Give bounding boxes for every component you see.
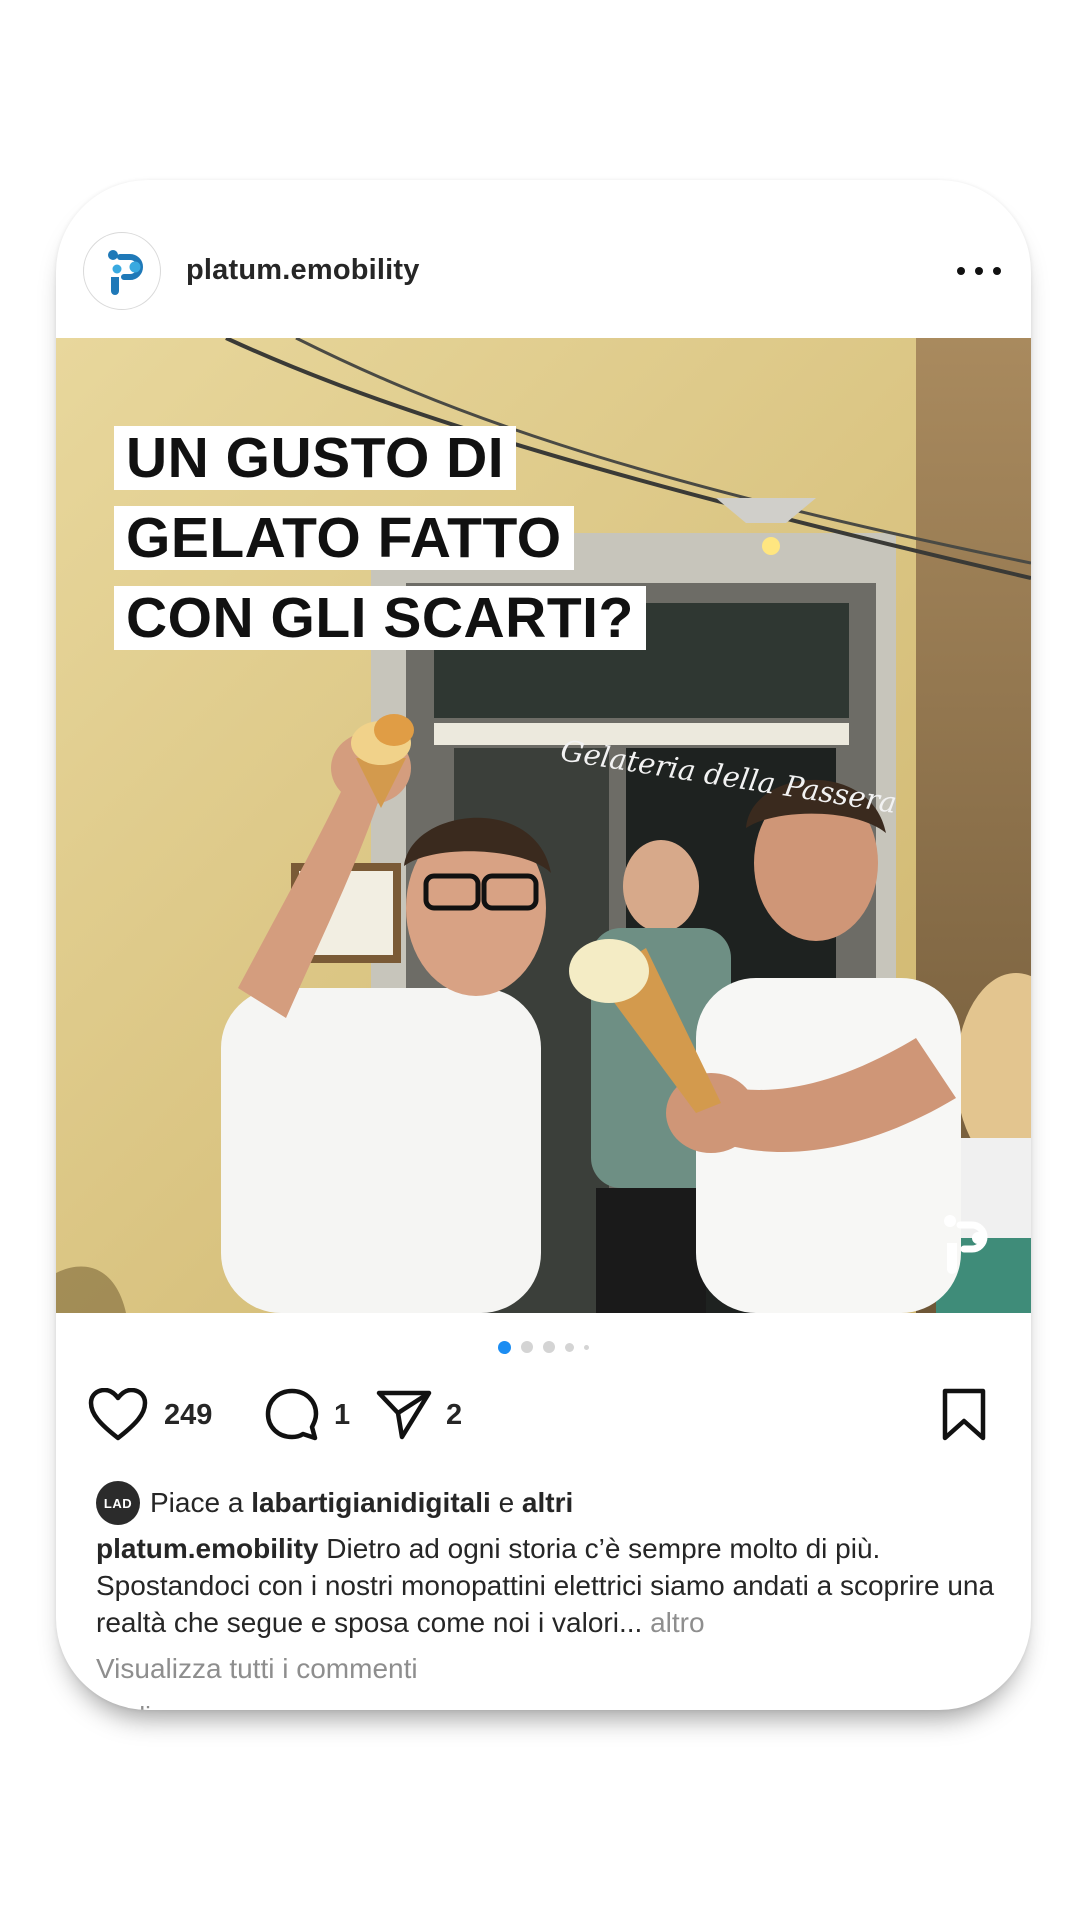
liked-by-conjunction: e [498,1487,515,1518]
like-count: 249 [164,1398,213,1431]
carousel-dot [521,1341,533,1353]
liked-by-others[interactable]: altri [522,1487,573,1519]
profile-avatar[interactable] [83,232,161,310]
more-options-button[interactable] [957,256,1001,286]
headline-line-1: UN GUSTO DI [114,426,517,490]
carousel-dot [543,1341,555,1353]
view-all-comments-link[interactable]: Visualizza tutti i commenti [96,1651,996,1687]
liked-by-prefix: Piace a [150,1487,244,1518]
post-username[interactable]: platum.emobility [186,254,420,287]
comment-button[interactable]: 1 [264,1375,350,1455]
liked-by-line: LAD Piace a labartigianidigitali e altri [96,1480,996,1526]
carousel-dot [584,1344,589,1350]
more-icon [957,267,965,275]
carousel-dot [498,1340,511,1354]
comment-icon [265,1388,319,1441]
bookmark-button[interactable] [941,1375,987,1455]
platum-logo-icon [108,250,143,295]
post-date: Luglio [96,1701,996,1710]
caption-author[interactable]: platum.emobility [96,1533,318,1564]
like-button[interactable]: 249 [88,1375,212,1455]
carousel-dot [565,1342,574,1352]
liker-avatar[interactable]: LAD [96,1481,140,1525]
caption-more-link[interactable]: altro [650,1607,704,1638]
action-bar: 249 1 2 [56,1375,1031,1455]
share-icon [376,1390,432,1440]
share-button[interactable]: 2 [376,1375,462,1455]
post-card: platum.emobility UN GUSTO DI GELATO FATT… [56,180,1031,1710]
headline-line-3: CON GLI SCARTI? [114,586,646,650]
post-image[interactable]: UN GUSTO DI GELATO FATTO CON GLI SCARTI?… [56,338,1031,1313]
headline-overlay: UN GUSTO DI GELATO FATTO CON GLI SCARTI? [114,426,646,666]
post-header: platum.emobility [56,180,1031,338]
bookmark-icon [942,1388,986,1441]
carousel-indicator [56,1340,1031,1354]
heart-icon [88,1388,148,1441]
headline-line-2: GELATO FATTO [114,506,574,570]
share-count: 2 [446,1398,463,1431]
post-details: LAD Piace a labartigianidigitali e altri… [96,1480,996,1710]
comment-count: 1 [334,1398,351,1431]
post-caption: platum.emobility Dietro ad ogni storia c… [96,1530,996,1641]
watermark-logo-icon [938,1213,992,1279]
liked-by-user[interactable]: labartigianidigitali [251,1487,491,1519]
